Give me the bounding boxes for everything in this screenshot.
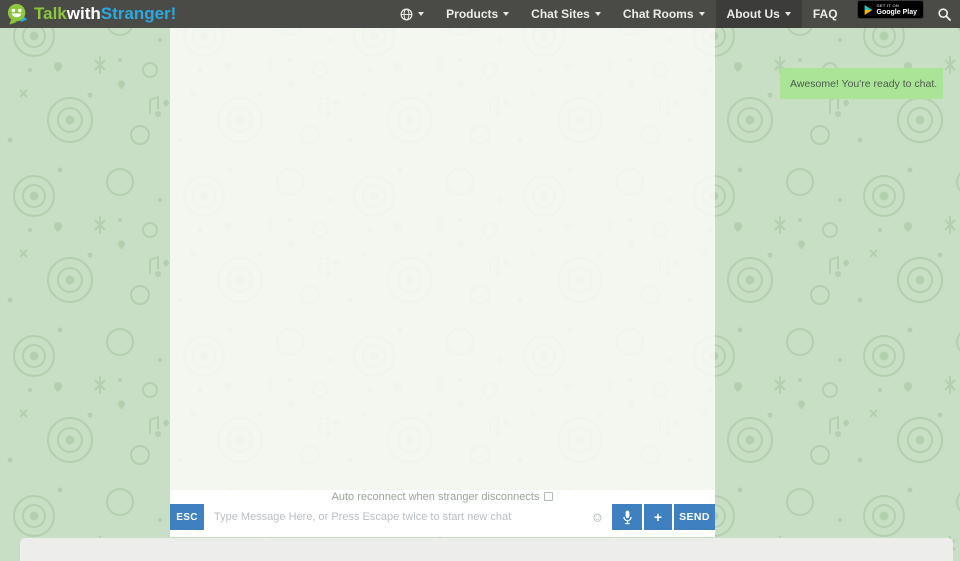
auto-reconnect-row: Auto reconnect when stranger disconnects xyxy=(170,490,715,504)
microphone-button[interactable] xyxy=(612,504,642,530)
auto-reconnect-checkbox[interactable] xyxy=(544,492,553,501)
chevron-down-icon xyxy=(785,12,791,16)
google-play-badge[interactable]: GET IT ON Google Play xyxy=(857,0,924,19)
brand-smiley-icon xyxy=(7,3,29,25)
emoji-icon[interactable]: ☺ xyxy=(591,511,604,524)
nav-item-products[interactable]: Products xyxy=(435,0,520,28)
esc-button[interactable]: ESC xyxy=(170,504,204,530)
nav-item-label: Products xyxy=(446,7,498,21)
nav-item-about-us[interactable]: About Us xyxy=(716,0,802,28)
auto-reconnect-label: Auto reconnect when stranger disconnects xyxy=(332,491,540,503)
chat-messages-area xyxy=(170,28,715,490)
chevron-down-icon xyxy=(418,12,424,16)
nav-language-dropdown[interactable] xyxy=(389,0,435,28)
nav-item-label: Chat Rooms xyxy=(623,7,694,21)
chevron-down-icon xyxy=(595,12,601,16)
brand-title: TalkwithStranger! xyxy=(34,0,176,28)
chat-bottom-bar: Auto reconnect when stranger disconnects… xyxy=(170,490,715,537)
nav-item-label: Chat Sites xyxy=(531,7,590,21)
add-attachment-button[interactable]: + xyxy=(644,504,672,530)
ready-to-chat-toast: Awesome! You're ready to chat. xyxy=(780,68,943,99)
nav-item-chat-sites[interactable]: Chat Sites xyxy=(520,0,612,28)
microphone-icon xyxy=(622,510,633,525)
globe-icon xyxy=(400,8,413,21)
search-icon xyxy=(938,8,951,21)
chat-panel: Auto reconnect when stranger disconnects… xyxy=(170,28,715,537)
nav-item-label: About Us xyxy=(727,7,780,21)
message-input-wrap: ☺ xyxy=(204,504,610,530)
nav-item-faq[interactable]: FAQ xyxy=(802,0,849,28)
nav-item-label: FAQ xyxy=(813,7,838,21)
toast-message: Awesome! You're ready to chat. xyxy=(790,78,937,90)
message-input[interactable] xyxy=(204,504,610,530)
main-navigation: Products Chat Sites Chat Rooms About Us … xyxy=(389,0,960,28)
top-navbar: TalkwithStranger! Products Chat Sites Ch… xyxy=(0,0,960,28)
chevron-down-icon xyxy=(699,12,705,16)
chevron-down-icon xyxy=(503,12,509,16)
google-play-icon xyxy=(864,5,873,15)
google-play-text: GET IT ON Google Play xyxy=(877,4,917,16)
brand-logo-link[interactable]: TalkwithStranger! xyxy=(0,0,176,28)
search-button[interactable] xyxy=(932,0,960,28)
page-footer xyxy=(20,538,953,561)
nav-item-chat-rooms[interactable]: Chat Rooms xyxy=(612,0,716,28)
send-button[interactable]: SEND xyxy=(674,504,715,530)
message-input-row: ESC ☺ + SEND xyxy=(170,504,715,530)
